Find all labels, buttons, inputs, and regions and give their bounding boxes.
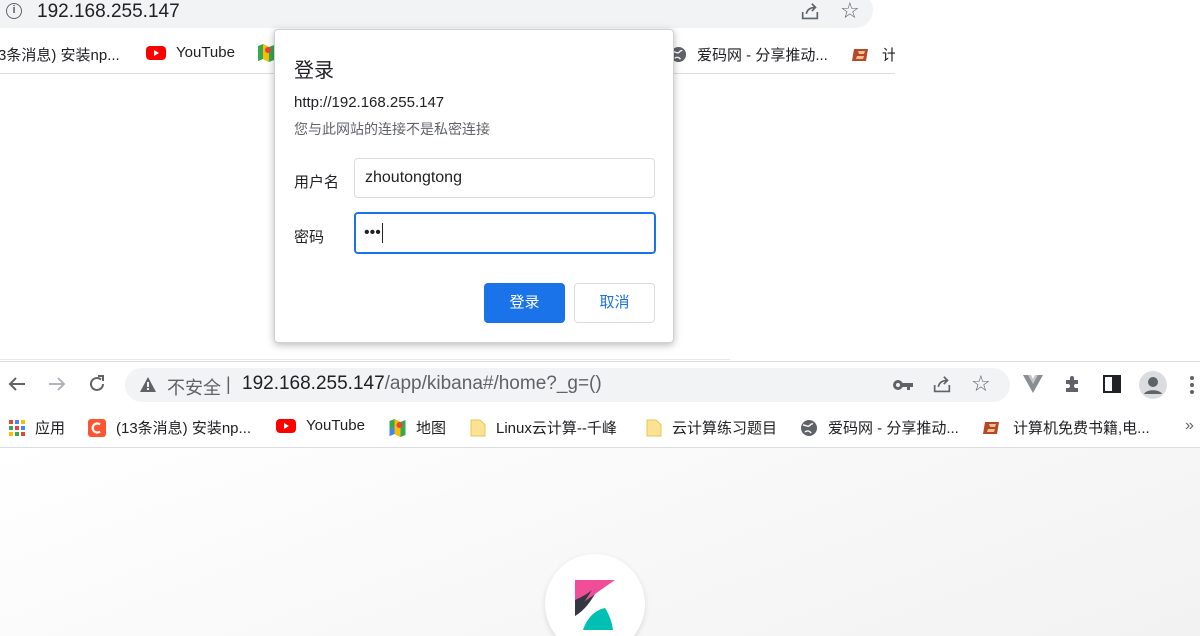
not-secure-label[interactable]: 不安全	[167, 374, 221, 400]
password-label: 密码	[294, 229, 325, 246]
login-button[interactable]: 登录	[484, 283, 565, 323]
kibana-logo-icon	[575, 580, 615, 630]
bookmark-youtube[interactable]: YouTube	[276, 417, 365, 434]
password-field[interactable]: •••	[354, 212, 656, 254]
bookmark-csdn[interactable]: (13条消息) 安装np...	[88, 417, 251, 438]
youtube-icon	[276, 418, 296, 433]
bookmark-star-icon[interactable]: ☆	[971, 371, 991, 397]
back-arrow-icon[interactable]	[7, 374, 27, 394]
url-host: 192.168.255.147	[242, 373, 385, 394]
bookmark-aimawang[interactable]: 爱码网 - 分享推动...	[670, 44, 828, 65]
top-address-text[interactable]: 192.168.255.147	[37, 1, 180, 23]
forward-arrow-icon[interactable]	[47, 374, 67, 394]
url-path: /app/kibana#/home?_g=()	[384, 373, 602, 394]
username-field[interactable]: zhoutongtong	[354, 158, 655, 198]
address-separator: |	[226, 374, 231, 394]
bookmark-books[interactable]: 计算机免费书籍,电...	[983, 417, 1150, 438]
menu-kebab-icon[interactable]	[1189, 375, 1195, 395]
bookmark-label: Linux云计算--千峰	[496, 420, 617, 437]
username-label: 用户名	[294, 174, 340, 191]
vue-devtools-icon[interactable]	[1023, 374, 1043, 394]
csdn-icon	[88, 418, 106, 437]
youtube-icon	[146, 45, 166, 60]
profile-avatar[interactable]	[1139, 371, 1167, 399]
folder-icon	[470, 419, 486, 436]
bookmark-apps[interactable]: 应用	[9, 417, 65, 438]
dialog-site-url: http://192.168.255.147	[294, 94, 445, 111]
maps-icon	[258, 44, 274, 62]
address-text[interactable]: 192.168.255.147/app/kibana#/home?_g=()	[242, 373, 602, 395]
bookmark-label: YouTube	[176, 44, 235, 61]
bookmark-aimawang[interactable]: 爱码网 - 分享推动...	[800, 417, 959, 438]
bookmark-label: 应用	[35, 420, 66, 437]
kibana-browser-window: 不安全 | 192.168.255.147/app/kibana#/home?_…	[0, 361, 1200, 636]
kibana-page-content	[0, 448, 1200, 636]
bookmark-label: 计算机免费书籍,电...	[1013, 420, 1150, 437]
top-address-bar[interactable]: i 192.168.255.147 ☆	[0, 0, 873, 28]
text-caret	[381, 222, 383, 243]
share-icon[interactable]	[931, 374, 953, 396]
bookmark-books[interactable]: 计	[852, 44, 895, 65]
password-value: •••	[364, 224, 381, 241]
bookmark-label: YouTube	[306, 417, 365, 434]
bookmark-label: 云计算练习题目	[672, 420, 778, 437]
warning-icon[interactable]	[140, 377, 156, 392]
bookmark-folder-linux[interactable]: Linux云计算--千峰	[470, 417, 617, 438]
bookmark-csdn[interactable]: 3条消息) 安装np...	[0, 44, 120, 65]
bookmark-label: 爱码网 - 分享推动...	[828, 420, 959, 437]
divider	[0, 359, 730, 360]
dialog-connection-warning: 您与此网站的连接不是私密连接	[294, 121, 490, 137]
divider	[0, 361, 1200, 362]
bookmarks-overflow-chevron[interactable]: »	[1185, 417, 1194, 435]
bookmark-label: 3条消息) 安装np...	[0, 47, 120, 64]
reload-icon[interactable]	[87, 374, 107, 394]
bookmark-label: (13条消息) 安装np...	[116, 420, 252, 437]
apps-grid-icon	[9, 419, 25, 436]
dialog-title: 登录	[294, 60, 334, 82]
kibana-logo	[545, 554, 645, 636]
side-panel-icon[interactable]	[1103, 375, 1121, 393]
key-icon[interactable]	[892, 377, 914, 393]
bookmark-folder-cloud[interactable]: 云计算练习题目	[646, 417, 777, 438]
extensions-puzzle-icon[interactable]	[1063, 374, 1083, 394]
bookmarks-bar: 应用 (13条消息) 安装np... YouTube 地图 Linux云计算--…	[0, 409, 1200, 443]
cancel-button[interactable]: 取消	[574, 283, 655, 323]
book-icon	[852, 48, 868, 61]
info-icon[interactable]: i	[6, 3, 22, 19]
bookmark-label: 地图	[416, 420, 447, 437]
folder-icon	[646, 419, 662, 436]
bookmark-label: 计	[882, 47, 895, 64]
address-bar[interactable]: 不安全 | 192.168.255.147/app/kibana#/home?_…	[125, 368, 1010, 402]
bookmark-label: 爱码网 - 分享推动...	[697, 47, 828, 64]
bookmark-maps[interactable]: 地图	[389, 417, 446, 438]
bookmark-star-icon[interactable]: ☆	[840, 0, 860, 22]
username-value: zhoutongtong	[365, 169, 462, 186]
bookmark-youtube[interactable]: YouTube	[146, 44, 235, 61]
maps-icon	[389, 418, 406, 437]
http-auth-dialog: 登录 http://192.168.255.147 您与此网站的连接不是私密连接…	[274, 29, 674, 343]
book-icon	[983, 421, 999, 434]
globe-icon	[801, 419, 817, 436]
share-icon[interactable]	[799, 1, 821, 23]
